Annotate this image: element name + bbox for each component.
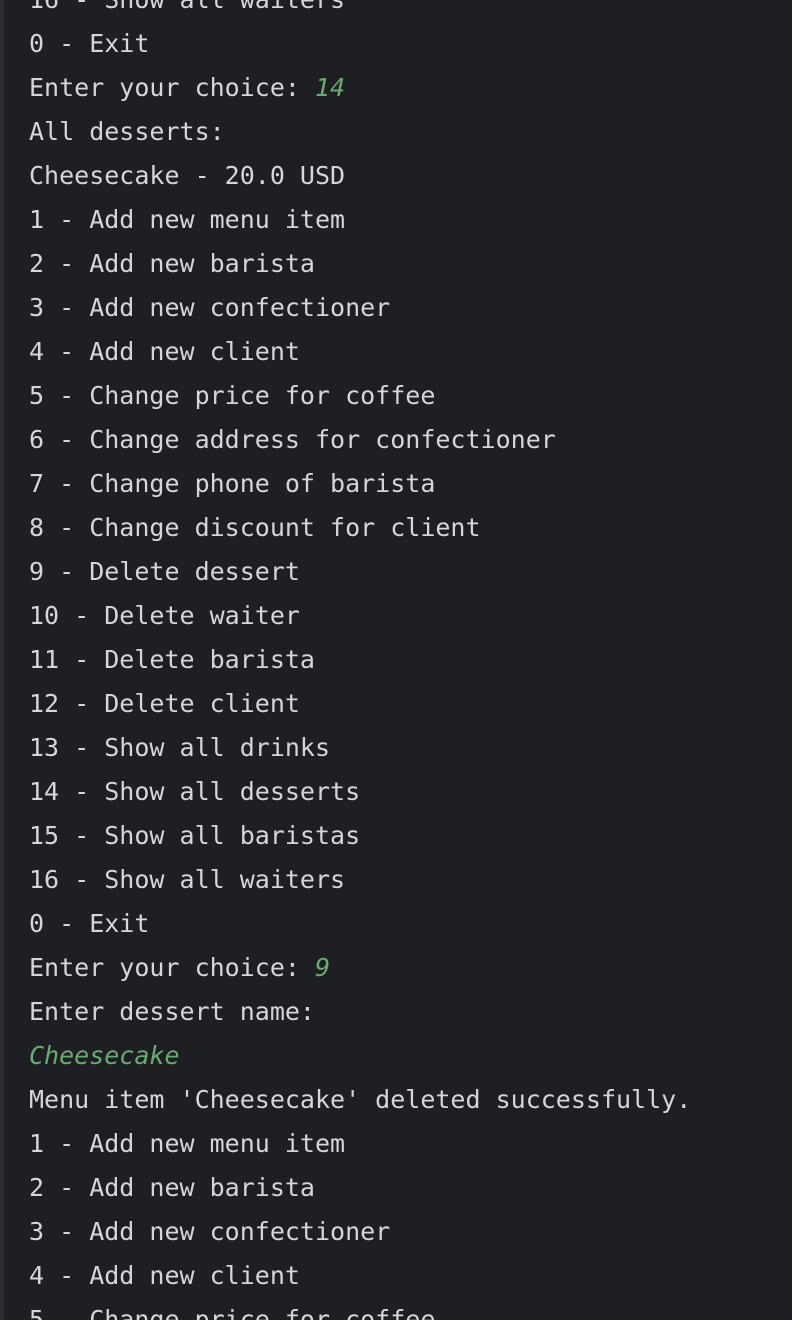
console-output-text: 14 - Show all desserts: [29, 777, 361, 806]
console-line: 16 - Show all waiters: [29, 858, 792, 902]
console-output-text: Cheesecake - 20.0 USD: [29, 161, 346, 190]
console-line: Menu item 'Cheesecake' deleted successfu…: [29, 1078, 792, 1122]
console-output-text: 11 - Delete barista: [29, 645, 315, 674]
console-line: 0 - Exit: [29, 902, 792, 946]
console-output-text: 5 - Change price for coffee: [29, 1305, 436, 1320]
console-line: 1 - Add new menu item: [29, 1122, 792, 1166]
console-line: 12 - Delete client: [29, 682, 792, 726]
console-output-text: 16 - Show all waiters: [29, 865, 346, 894]
console-line: 2 - Add new barista: [29, 242, 792, 286]
console-output-panel[interactable]: 16 - Show all waiters 0 - Exit Enter your …: [0, 0, 792, 1320]
console-output-text: 4 - Add new client: [29, 1261, 300, 1290]
console-line: 11 - Delete barista: [29, 638, 792, 682]
console-line: 3 - Add new confectioner: [29, 286, 792, 330]
console-line: 5 - Change price for coffee: [29, 1298, 792, 1320]
console-output-text: 6 - Change address for confectioner: [29, 425, 556, 454]
console-output-text: 3 - Add new confectioner: [29, 293, 391, 322]
console-output-text: 8 - Change discount for client: [29, 513, 481, 542]
console-line: 5 - Change price for coffee: [29, 374, 792, 418]
console-line: Enter your choice: 14: [29, 66, 792, 110]
console-output-text: 1 - Add new menu item: [29, 1129, 346, 1158]
console-line: 16 - Show all waiters: [29, 0, 792, 22]
console-line: 14 - Show all desserts: [29, 770, 792, 814]
console-output-text: 0 - Exit: [29, 29, 150, 58]
console-output-text: 15 - Show all baristas: [29, 821, 361, 850]
console-output-text: 10 - Delete waiter: [29, 601, 300, 630]
console-output-text: 5 - Change price for coffee: [29, 381, 436, 410]
console-output-text: 2 - Add new barista: [29, 1173, 315, 1202]
console-line: 6 - Change address for confectioner: [29, 418, 792, 462]
console-line: 9 - Delete dessert: [29, 550, 792, 594]
console-output-text: 3 - Add new confectioner: [29, 1217, 391, 1246]
console-line: Enter your choice: 9: [29, 946, 792, 990]
user-input-text: Cheesecake: [29, 1041, 180, 1070]
console-line: Cheesecake - 20.0 USD: [29, 154, 792, 198]
console-line: 0 - Exit: [29, 22, 792, 66]
console-output-text: 4 - Add new client: [29, 337, 300, 366]
console-output-text: 12 - Delete client: [29, 689, 300, 718]
console-line: 3 - Add new confectioner: [29, 1210, 792, 1254]
console-line: All desserts:: [29, 110, 792, 154]
console-output-text: 13 - Show all drinks: [29, 733, 331, 762]
console-line: 15 - Show all baristas: [29, 814, 792, 858]
user-input-text: 9: [314, 953, 331, 982]
console-line: 13 - Show all drinks: [29, 726, 792, 770]
console-line: 4 - Add new client: [29, 330, 792, 374]
console-output-text: All desserts:: [29, 117, 225, 146]
console-lines: 16 - Show all waiters 0 - Exit Enter your …: [29, 0, 792, 1320]
console-line: 7 - Change phone of barista: [29, 462, 792, 506]
console-output-text: 2 - Add new barista: [29, 249, 315, 278]
console-output-text: 0 - Exit: [29, 909, 150, 938]
console-line: Enter dessert name:: [29, 990, 792, 1034]
console-line: 1 - Add new menu item: [29, 198, 792, 242]
console-output-text: Menu item 'Cheesecake' deleted successfu…: [29, 1085, 692, 1114]
console-line: Cheesecake: [29, 1034, 792, 1078]
console-output-text: 16 - Show all waiters: [29, 0, 345, 14]
console-output-text: 1 - Add new menu item: [29, 205, 346, 234]
console-output-text: Enter your choice:: [29, 953, 315, 982]
user-input-text: 14: [314, 73, 346, 102]
console-line: 10 - Delete waiter: [29, 594, 792, 638]
console-line: 4 - Add new client: [29, 1254, 792, 1298]
console-output-text: Enter your choice:: [29, 73, 315, 102]
console-output-text: Enter dessert name:: [29, 997, 315, 1026]
console-line: 2 - Add new barista: [29, 1166, 792, 1210]
console-line: 8 - Change discount for client: [29, 506, 792, 550]
console-output-text: 7 - Change phone of barista: [29, 469, 436, 498]
console-output-text: 9 - Delete dessert: [29, 557, 300, 586]
